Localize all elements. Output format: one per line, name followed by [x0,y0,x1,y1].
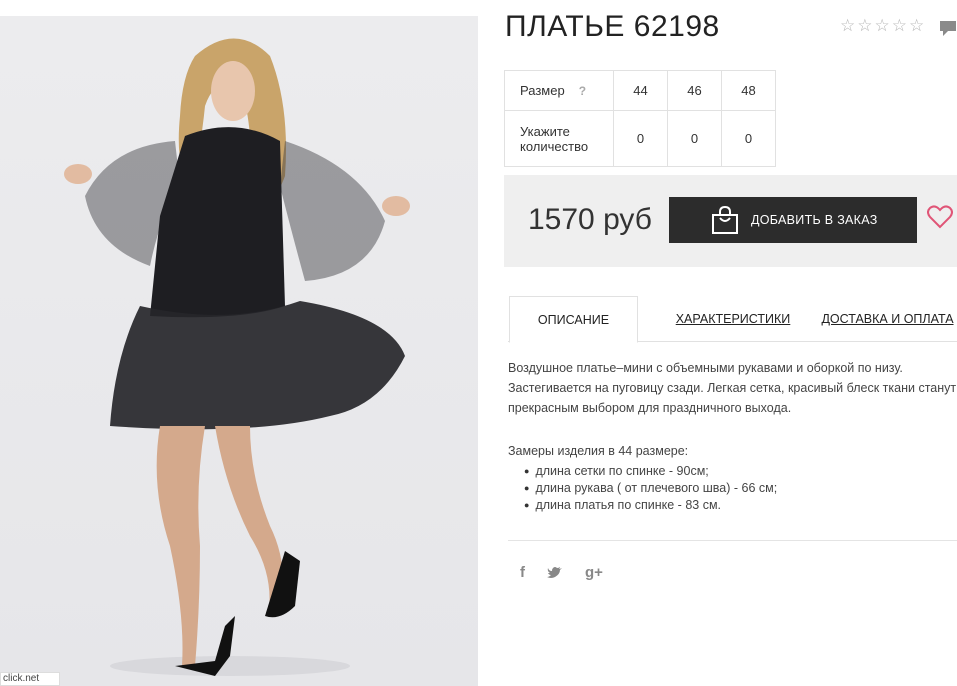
divider [508,540,957,541]
quantity-input[interactable]: 0 [721,110,776,167]
tab-characteristics[interactable]: ХАРАКТЕРИСТИКИ [658,296,808,342]
star-icon[interactable]: ☆ [857,17,872,35]
star-icon[interactable]: ☆ [892,17,907,35]
watermark-label: click.net [0,672,60,686]
size-table: Размер? 44 46 48 Укажите количество 0 0 … [504,70,776,167]
list-item: длина рукава ( от плечевого шва) - 66 см… [524,480,777,497]
tab-description[interactable]: ОПИСАНИЕ [509,296,638,343]
star-icon[interactable]: ☆ [875,17,890,35]
size-help-icon[interactable]: ? [579,84,586,98]
tab-delivery-payment[interactable]: ДОСТАВКА И ОПЛАТА [818,296,957,342]
comment-icon[interactable] [939,20,957,37]
size-label-cell: Размер? [504,70,614,111]
heart-icon[interactable] [927,205,953,229]
size-value: 46 [667,70,722,111]
shopping-bag-icon [712,205,738,234]
star-icon[interactable]: ☆ [840,17,855,35]
star-icon[interactable]: ☆ [909,17,924,35]
product-title: ПЛАТЬЕ 62198 [505,10,720,43]
description-text: Воздушное платье–мини с объемными рукава… [508,361,957,415]
size-value: 44 [613,70,668,111]
dress-model-image [64,38,410,676]
list-item: длина платья по спинке - 83 см. [524,497,777,514]
size-row: Размер? 44 46 48 [504,70,776,111]
twitter-icon[interactable] [547,566,563,579]
add-to-order-button[interactable]: ДОБАВИТЬ В ЗАКАЗ [669,197,917,243]
price: 1570 руб [528,203,652,236]
quantity-row: Укажите количество 0 0 0 [504,110,776,167]
size-value: 48 [721,70,776,111]
social-share: f g+ [520,564,603,581]
measures-list: длина сетки по спинке - 90см; длина рука… [524,463,777,514]
product-tabs: ОПИСАНИЕ ХАРАКТЕРИСТИКИ ДОСТАВКА И ОПЛАТ… [508,296,957,343]
list-item: длина сетки по спинке - 90см; [524,463,777,480]
quantity-label: Укажите количество [504,110,614,167]
quantity-input[interactable]: 0 [667,110,722,167]
rating-stars[interactable]: ☆ ☆ ☆ ☆ ☆ [840,17,924,35]
facebook-icon[interactable]: f [520,564,525,581]
buy-box: 1570 руб ДОБАВИТЬ В ЗАКАЗ [504,175,957,267]
size-label: Размер [520,83,565,98]
product-photo[interactable]: click.net [0,16,478,686]
quantity-input[interactable]: 0 [613,110,668,167]
measures-title: Замеры изделия в 44 размере: [508,444,689,458]
add-to-order-label: ДОБАВИТЬ В ЗАКАЗ [751,213,878,227]
google-plus-icon[interactable]: g+ [585,564,603,581]
